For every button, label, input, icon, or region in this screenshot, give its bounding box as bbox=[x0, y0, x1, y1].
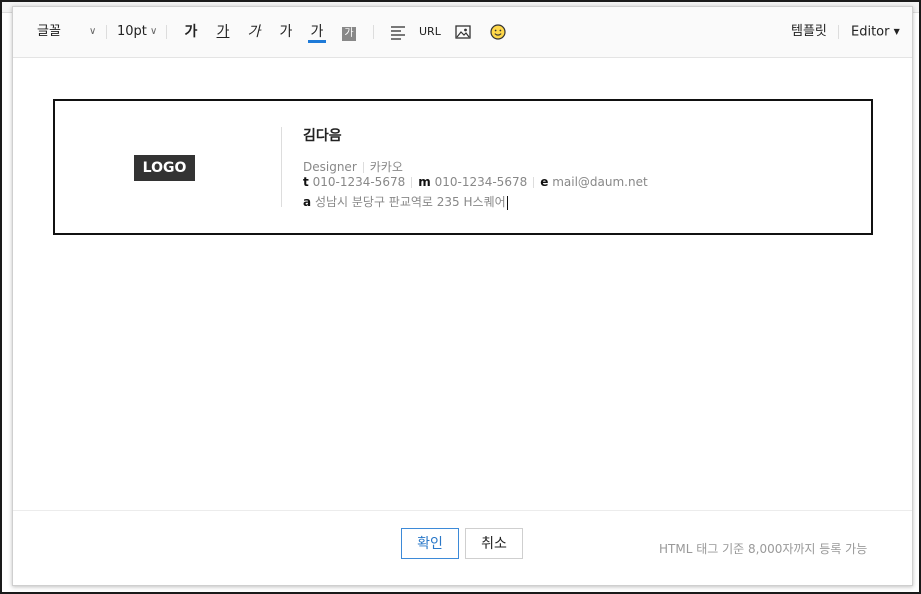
toolbar-divider bbox=[373, 25, 374, 39]
background-color-button[interactable]: 가 bbox=[340, 21, 358, 43]
chevron-down-icon: ∨ bbox=[150, 26, 158, 37]
signature-contact-line: t 010-1234-5678 m 010-1234-5678 e mail@dau… bbox=[303, 175, 648, 189]
strikethrough-button[interactable]: 가 bbox=[277, 21, 295, 43]
signature-role-line: Designer 카카오 bbox=[303, 158, 403, 175]
confirm-button[interactable]: 확인 bbox=[401, 528, 459, 559]
phone-label: t bbox=[303, 175, 309, 189]
signature-name: 김다음 bbox=[303, 128, 342, 144]
signature-divider bbox=[281, 127, 282, 207]
window-frame: 글꼴 ∨ 10pt ∨ 가 가 가 가 가 가 URL 템플릿 Editor ▼… bbox=[0, 0, 921, 594]
template-button[interactable]: 템플릿 bbox=[791, 21, 827, 43]
toolbar-divider bbox=[166, 25, 167, 39]
caret-down-icon: ▼ bbox=[893, 27, 900, 36]
signature-address-line: a 성남시 분당구 판교역로 235 H스퀘어 bbox=[303, 193, 508, 210]
inline-divider bbox=[411, 177, 413, 188]
underline-button[interactable]: 가 bbox=[214, 21, 232, 43]
toolbar-divider bbox=[106, 25, 107, 39]
signature-title: Designer bbox=[303, 160, 357, 174]
address-value: 성남시 분당구 판교역로 235 H스퀘어 bbox=[314, 195, 506, 209]
image-icon bbox=[455, 25, 471, 39]
signature-preview[interactable]: LOGO 김다음 Designer 카카오 t 010-1234-5678 m 01… bbox=[53, 99, 873, 235]
editor-mode-dropdown[interactable]: Editor ▼ bbox=[851, 21, 900, 43]
mobile-value: 010-1234-5678 bbox=[434, 175, 528, 189]
insert-link-button[interactable]: URL bbox=[419, 23, 445, 41]
inline-divider bbox=[533, 177, 535, 188]
phone-value: 010-1234-5678 bbox=[312, 175, 406, 189]
mobile-label: m bbox=[418, 175, 431, 189]
background-color-swatch: 가 bbox=[342, 27, 356, 41]
align-left-button[interactable] bbox=[389, 23, 407, 41]
toolbar-divider bbox=[838, 25, 839, 39]
editor-toolbar: 글꼴 ∨ 10pt ∨ 가 가 가 가 가 가 URL 템플릿 Editor ▼ bbox=[13, 7, 912, 58]
font-family-label: 글꼴 bbox=[37, 24, 61, 39]
character-limit-note: HTML 태그 기준 8,000자까지 등록 가능 bbox=[659, 542, 868, 556]
text-cursor bbox=[506, 195, 508, 210]
insert-emoji-button[interactable] bbox=[489, 23, 507, 41]
chevron-down-icon: ∨ bbox=[89, 26, 97, 37]
text-color-button[interactable]: 가 bbox=[308, 21, 326, 43]
italic-button[interactable]: 가 bbox=[245, 21, 263, 43]
insert-image-button[interactable] bbox=[454, 23, 472, 41]
font-size-select[interactable]: 10pt ∨ bbox=[117, 21, 167, 43]
align-left-icon bbox=[391, 26, 405, 40]
email-label: e bbox=[540, 175, 549, 189]
email-value: mail@daum.net bbox=[552, 175, 648, 189]
smiley-icon bbox=[490, 24, 506, 40]
font-size-label: 10pt bbox=[117, 24, 147, 39]
signature-editor-dialog: 글꼴 ∨ 10pt ∨ 가 가 가 가 가 가 URL 템플릿 Editor ▼… bbox=[12, 6, 913, 586]
cancel-button[interactable]: 취소 bbox=[465, 528, 523, 559]
signature-company: 카카오 bbox=[369, 160, 403, 174]
editor-mode-label: Editor bbox=[851, 24, 890, 40]
bold-button[interactable]: 가 bbox=[182, 21, 200, 43]
font-family-select[interactable]: 글꼴 ∨ bbox=[37, 21, 107, 43]
inline-divider bbox=[362, 162, 364, 173]
logo-placeholder: LOGO bbox=[134, 155, 195, 181]
footer-divider bbox=[13, 510, 912, 511]
address-label: a bbox=[303, 195, 312, 209]
